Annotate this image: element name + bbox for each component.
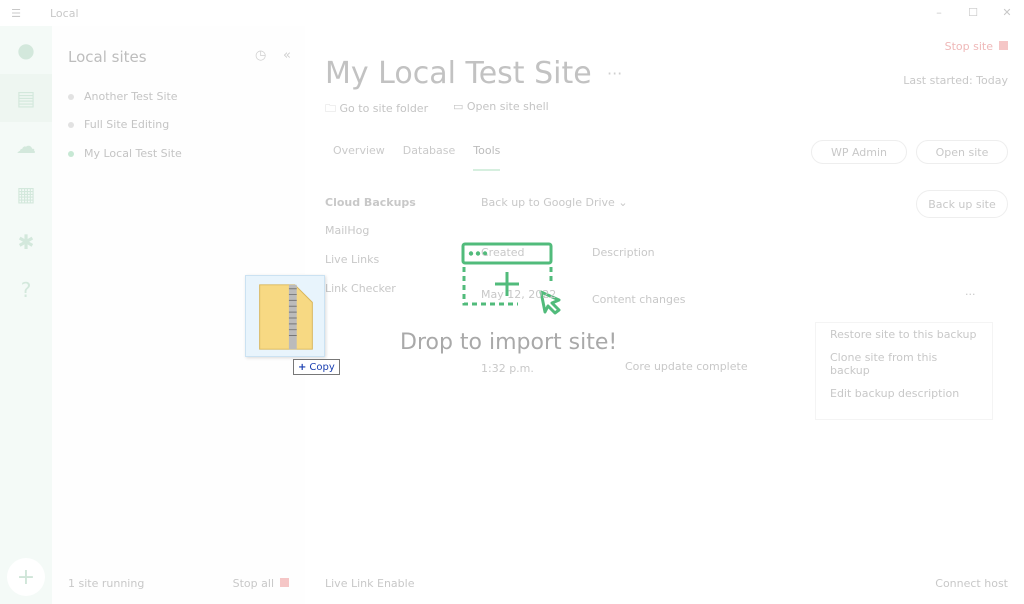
go-to-folder-link[interactable]: 🗀 Go to site folder bbox=[325, 100, 428, 119]
tool-live-links[interactable]: Live Links bbox=[325, 253, 379, 266]
menu-item-clone[interactable]: Clone site from this backup bbox=[816, 346, 992, 382]
window-title: Local bbox=[50, 6, 79, 20]
menu-item-restore[interactable]: Restore site to this backup bbox=[816, 323, 992, 346]
maximize-button[interactable]: ☐ bbox=[956, 0, 990, 26]
site-item[interactable]: Full Site Editing bbox=[68, 118, 169, 131]
tool-link-checker[interactable]: Link Checker bbox=[325, 282, 396, 295]
col-created: Created bbox=[481, 246, 525, 259]
open-shell-link[interactable]: ▭ Open site shell bbox=[453, 100, 549, 113]
collapse-icon[interactable]: « bbox=[283, 48, 291, 63]
wp-admin-button[interactable]: WP Admin bbox=[811, 140, 907, 164]
open-site-button[interactable]: Open site bbox=[916, 140, 1008, 164]
sites-title: Local sites bbox=[68, 48, 147, 66]
more-button[interactable]: ··· bbox=[607, 64, 622, 83]
site-item[interactable]: Another Test Site bbox=[68, 90, 178, 103]
add-site-button[interactable]: + bbox=[7, 558, 45, 596]
history-icon[interactable]: ◷ bbox=[255, 48, 266, 63]
col-description: Description bbox=[592, 246, 655, 259]
stop-all-button[interactable]: Stop all bbox=[233, 577, 289, 590]
zip-folder-icon[interactable] bbox=[245, 275, 325, 357]
backup-provider-select[interactable]: Back up to Google Drive ⌄ bbox=[481, 196, 628, 209]
backup-time: 1:32 p.m. bbox=[481, 362, 534, 375]
backup-date: May 12, 2022 bbox=[481, 288, 557, 301]
page-title: My Local Test Site bbox=[325, 56, 592, 91]
running-count: 1 site running bbox=[68, 577, 145, 590]
sites-icon[interactable]: ▤ bbox=[0, 74, 52, 122]
local-app: ☰ Local – ☐ ✕ ● ▤ ☁ ▦ ✱ ? + Local sites … bbox=[0, 0, 1024, 604]
live-link-bar[interactable]: Live Link Enable bbox=[325, 577, 414, 590]
backup-row-menu: Restore site to this backup Clone site f… bbox=[815, 322, 993, 420]
menu-item-edit[interactable]: Edit backup description bbox=[816, 382, 992, 405]
hamburger-icon[interactable]: ☰ bbox=[0, 7, 32, 20]
backup-description: Content changes bbox=[592, 293, 686, 306]
tool-cloud-backups[interactable]: Cloud Backups bbox=[325, 196, 416, 209]
help-icon[interactable]: ? bbox=[0, 266, 52, 314]
addons-icon[interactable]: ✱ bbox=[0, 218, 52, 266]
back-up-site-button[interactable]: Back up site bbox=[916, 190, 1008, 218]
stop-site-button[interactable]: Stop site bbox=[945, 40, 1008, 53]
blueprints-icon[interactable]: ▦ bbox=[0, 170, 52, 218]
minimize-button[interactable]: – bbox=[922, 0, 956, 26]
close-button[interactable]: ✕ bbox=[990, 0, 1024, 26]
tab-database[interactable]: Database bbox=[403, 144, 456, 171]
tool-mailhog[interactable]: MailHog bbox=[325, 224, 369, 237]
cloud-icon[interactable]: ☁ bbox=[0, 122, 52, 170]
tab-overview[interactable]: Overview bbox=[333, 144, 385, 171]
title-bar: ☰ Local – ☐ ✕ bbox=[0, 0, 1024, 26]
row-menu-button[interactable]: ··· bbox=[965, 288, 976, 301]
backup-description: Core update complete bbox=[625, 360, 748, 373]
last-started: Last started: Today bbox=[903, 74, 1008, 87]
site-item[interactable]: My Local Test Site bbox=[68, 147, 182, 160]
icon-rail: ● ▤ ☁ ▦ ✱ ? + bbox=[0, 26, 52, 604]
copy-tooltip: + Copy bbox=[293, 359, 340, 375]
connect-host-button[interactable]: Connect host bbox=[935, 577, 1008, 590]
avatar[interactable]: ● bbox=[0, 26, 52, 74]
site-main: My Local Test Site ··· Stop site Last st… bbox=[305, 26, 1024, 604]
tab-tools[interactable]: Tools bbox=[473, 144, 501, 171]
